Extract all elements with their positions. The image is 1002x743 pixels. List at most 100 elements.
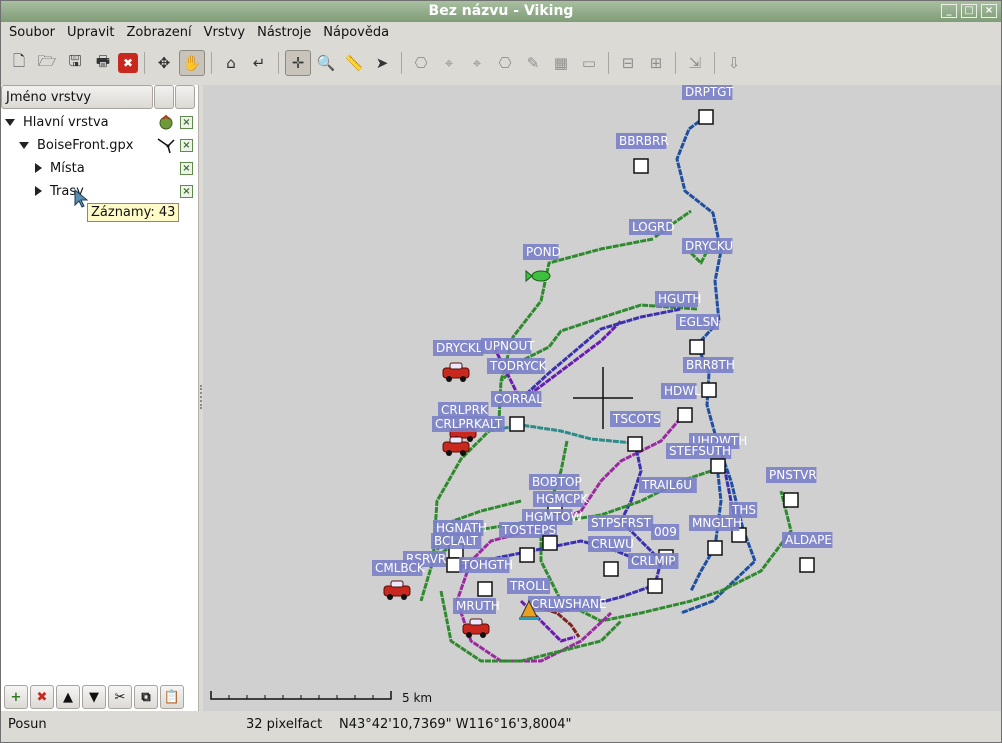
car-icon-window xyxy=(449,436,463,444)
dem-download-icon[interactable]: ⇩ xyxy=(721,50,747,76)
print-icon[interactable]: 🖶 xyxy=(90,50,116,76)
route-finder-icon[interactable]: ▦ xyxy=(548,50,574,76)
toolbar-separator xyxy=(278,52,279,74)
move-tool-icon[interactable]: ✛ xyxy=(285,50,311,76)
layer-row-waypoints[interactable]: Místa xyxy=(35,157,85,179)
splitter-grip xyxy=(200,385,202,409)
column-header-2[interactable] xyxy=(154,85,174,109)
waypoint-marker xyxy=(509,416,525,432)
waypoint-label: HGNATH xyxy=(436,521,487,535)
layers-panel: Jméno vrstvy Hlavní vrstva × BoiseFront.… xyxy=(1,85,199,711)
status-tool: Posun xyxy=(8,717,47,732)
menu-edit[interactable]: Upravit xyxy=(61,22,120,44)
waypoint-label: HGMTOW xyxy=(525,510,582,524)
visibility-checkbox[interactable]: × xyxy=(180,139,193,152)
toolbar-separator xyxy=(675,52,676,74)
maximize-button[interactable]: □ xyxy=(961,4,977,18)
waypoint-label: DRYCKL xyxy=(436,341,483,355)
expander-icon[interactable] xyxy=(5,118,15,126)
new-icon[interactable]: 🗋 xyxy=(6,50,32,76)
menu-help[interactable]: Nápověda xyxy=(317,22,395,44)
main-toolbar: 🗋 🗁 🖫 🖶 ✖ ✥ ✋ ⌂ ↵ ✛ 🔍 📏 ➤ ⎔ ⌖ ⌖ ⎔ ✎ ▦ ▭ ⊟ ⊞ ⇲ ⇩ xyxy=(1,46,1001,80)
car-icon-window xyxy=(390,580,404,588)
waypoint-label: DRPTGT xyxy=(685,85,734,99)
waypoint-marker xyxy=(783,492,799,508)
add-layer-icon[interactable]: + xyxy=(4,685,28,709)
remove-layer-icon[interactable]: ✖ xyxy=(30,685,54,709)
layer-label: Hlavní vrstva xyxy=(23,114,109,130)
expander-icon[interactable] xyxy=(19,141,29,149)
viking-window: Bez názvu - Viking _ □ × Soubor Upravit … xyxy=(0,0,1002,743)
ruler-tool-icon[interactable]: 📏 xyxy=(341,50,367,76)
hand-tool-icon[interactable]: ✋ xyxy=(179,50,205,76)
visibility-checkbox[interactable]: × xyxy=(180,185,193,198)
route-create-icon[interactable]: ⌖ xyxy=(436,50,462,76)
minimize-button[interactable]: _ xyxy=(941,4,957,18)
waypoint-marker xyxy=(446,557,462,573)
goto-icon[interactable]: ↵ xyxy=(246,50,272,76)
waypoint-create-icon[interactable]: ⌖ xyxy=(464,50,490,76)
scale-label: 5 km xyxy=(402,691,432,705)
waypoint-label: TOSTEPS xyxy=(501,523,556,537)
visibility-checkbox[interactable]: × xyxy=(180,162,193,175)
status-bar: Posun 32 pixelfact N43°42'10,7369" W116°… xyxy=(1,713,1001,737)
map-view[interactable]: DRPTGT BBRBRR LOGRD DRYCKU POND HGUTH EGLSN DRY… xyxy=(203,85,1001,711)
toolbar-separator xyxy=(608,52,609,74)
waypoint-label: MRUTH xyxy=(456,599,500,613)
copy-icon[interactable]: ⧉ xyxy=(134,685,158,709)
waypoint-label: STPSFRST xyxy=(591,516,652,530)
status-position: N43°42'10,7369" W116°16'3,8004" xyxy=(339,717,572,732)
waypoint-label: CRLWU xyxy=(591,537,634,551)
car-icon-window xyxy=(469,618,483,626)
column-header-3[interactable] xyxy=(175,85,195,109)
layer-row-gpx[interactable]: BoiseFront.gpx xyxy=(19,134,133,156)
close-icon[interactable]: ✖ xyxy=(118,53,138,73)
zoom-tool-icon[interactable]: 🔍 xyxy=(313,50,339,76)
waypoint-marker xyxy=(701,382,717,398)
layer-name-column-header[interactable]: Jméno vrstvy xyxy=(1,85,153,109)
car-icon-wheel xyxy=(446,376,452,382)
track-line xyxy=(519,307,682,401)
georef-move-icon[interactable]: ⊟ xyxy=(615,50,641,76)
waypoint-label: CORRAL xyxy=(494,392,543,406)
waypoint-label: TSCOTS xyxy=(612,412,661,426)
car-icon-wheel xyxy=(460,450,466,456)
menu-tools[interactable]: Nástroje xyxy=(251,22,317,44)
open-icon[interactable]: 🗁 xyxy=(34,50,60,76)
waypoint-marker xyxy=(633,158,649,174)
waypoint-label: HGMCPK xyxy=(536,492,589,506)
close-window-button[interactable]: × xyxy=(981,4,997,18)
waypoint-label: HDWL xyxy=(664,384,701,398)
car-icon-wheel xyxy=(446,450,452,456)
save-icon[interactable]: 🖫 xyxy=(62,50,88,76)
select-tool-icon[interactable]: ➤ xyxy=(369,50,395,76)
waypoint-edit-icon[interactable]: ✎ xyxy=(520,50,546,76)
menu-view[interactable]: Zobrazení xyxy=(120,22,197,44)
home-icon[interactable]: ⌂ xyxy=(218,50,244,76)
track-create-icon[interactable]: ⎔ xyxy=(408,50,434,76)
layer-row-top[interactable]: Hlavní vrstva xyxy=(5,111,109,133)
title-bar[interactable]: Bez názvu - Viking _ □ × xyxy=(1,1,1001,22)
georef-zoom-icon[interactable]: ⊞ xyxy=(643,50,669,76)
track-edit-icon[interactable]: ⎔ xyxy=(492,50,518,76)
waypoint-marker xyxy=(677,407,693,423)
map-download-icon[interactable]: ⇲ xyxy=(682,50,708,76)
visibility-checkbox[interactable]: × xyxy=(180,116,193,129)
waypoint-label: HGUTH xyxy=(658,292,701,306)
expander-icon[interactable] xyxy=(35,186,42,196)
waypoint-marker xyxy=(698,109,714,125)
waypoint-label: TODRYCK xyxy=(489,359,548,373)
paste-icon[interactable]: 📋 xyxy=(160,685,184,709)
move-down-icon[interactable]: ▼ xyxy=(82,685,106,709)
menu-file[interactable]: Soubor xyxy=(3,22,61,44)
map-canvas[interactable]: DRPTGT BBRBRR LOGRD DRYCKU POND HGUTH EGLSN DRY… xyxy=(203,85,1001,711)
show-picture-icon[interactable]: ▭ xyxy=(576,50,602,76)
waypoint-marker xyxy=(519,547,535,563)
waypoint-label: TROLL xyxy=(509,579,549,593)
menu-layers[interactable]: Vrstvy xyxy=(198,22,252,44)
expander-icon[interactable] xyxy=(35,163,42,173)
car-icon-wheel xyxy=(466,632,472,638)
move-up-icon[interactable]: ▲ xyxy=(56,685,80,709)
pan-tool-icon[interactable]: ✥ xyxy=(151,50,177,76)
cut-icon[interactable]: ✂ xyxy=(108,685,132,709)
